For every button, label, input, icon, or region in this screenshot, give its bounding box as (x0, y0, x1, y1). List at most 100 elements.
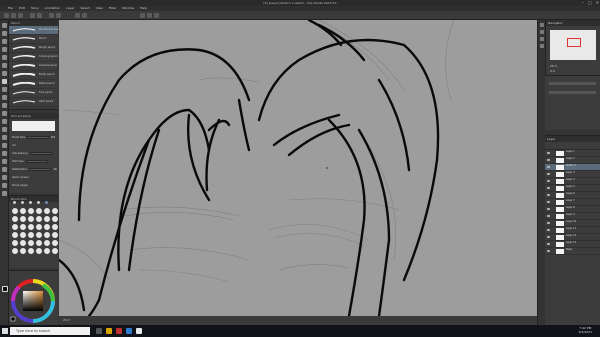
prop-anti-aliasing[interactable]: Anti-aliasing (9, 149, 58, 157)
prop-slider[interactable] (27, 135, 50, 139)
transform-icon[interactable] (56, 13, 61, 18)
size-dot[interactable] (36, 232, 42, 238)
size-dot[interactable] (52, 248, 58, 254)
move-layer-icon[interactable] (2, 47, 7, 52)
size-dot[interactable] (29, 201, 32, 204)
layer-row-active[interactable]: Sketch 1 (545, 164, 600, 171)
eye-icon[interactable] (547, 201, 550, 203)
prop-slider[interactable] (29, 167, 52, 171)
size-dot[interactable] (20, 232, 26, 238)
eye-icon[interactable] (547, 215, 550, 217)
system-clock[interactable]: 7:42 PM 3/3/2021 (579, 326, 592, 334)
panel-icon[interactable] (540, 44, 544, 48)
size-dot[interactable] (44, 240, 50, 246)
eye-icon[interactable] (547, 222, 550, 224)
size-dot[interactable] (36, 248, 42, 254)
pen-tool-icon[interactable] (2, 79, 7, 84)
size-dot[interactable] (36, 240, 42, 246)
operation-tool-icon[interactable] (2, 39, 7, 44)
brush-tool-icon[interactable] (2, 95, 7, 100)
layer-row[interactable]: Paper (545, 248, 600, 255)
invert-selection-icon[interactable] (82, 13, 87, 18)
prop-vector-eraser[interactable]: Vector eraser (9, 173, 58, 181)
size-dot[interactable] (36, 224, 42, 230)
clip-studio-taskbar-icon[interactable] (126, 328, 132, 334)
brush-item[interactable]: Colored pencil (9, 62, 58, 71)
size-dot[interactable] (28, 248, 34, 254)
prop-sharp-edges[interactable]: Sharp edges (9, 181, 58, 189)
size-dot[interactable] (12, 208, 18, 214)
prop-slider[interactable] (29, 151, 52, 155)
prop-stabilization[interactable]: Stabilization 10 (9, 165, 58, 173)
size-dot[interactable] (12, 224, 18, 230)
size-dot[interactable] (28, 224, 34, 230)
size-dot[interactable] (21, 201, 24, 204)
gradient-tool-icon[interactable] (2, 143, 7, 148)
size-dot[interactable] (28, 208, 34, 214)
main-color-swatch[interactable] (2, 286, 8, 292)
pencil-tool-icon[interactable] (2, 87, 7, 92)
size-dot[interactable] (28, 240, 34, 246)
blend-tool-icon[interactable] (2, 127, 7, 132)
auto-select-icon[interactable] (2, 63, 7, 68)
size-dot[interactable] (20, 248, 26, 254)
prop-slider[interactable] (25, 159, 48, 163)
panel-icon[interactable] (540, 37, 544, 41)
size-dot[interactable] (12, 240, 18, 246)
frame-border-icon[interactable] (2, 159, 7, 164)
size-dot-selected[interactable] (45, 201, 48, 204)
brush-item[interactable]: Pencil (9, 35, 58, 44)
layer-row[interactable]: Layer 9 (545, 213, 600, 220)
size-dot[interactable] (20, 216, 26, 222)
selection-tool-icon[interactable] (2, 55, 7, 60)
fill-tool-icon[interactable] (2, 135, 7, 140)
figure-tool-icon[interactable] (2, 151, 7, 156)
size-dot[interactable] (44, 224, 50, 230)
size-dot[interactable] (37, 201, 40, 204)
size-dot[interactable] (20, 240, 26, 246)
brush-item[interactable]: Brush pencil (9, 71, 58, 80)
eye-icon[interactable] (547, 180, 550, 182)
size-dot[interactable] (52, 240, 58, 246)
size-dot[interactable] (12, 248, 18, 254)
size-dot[interactable] (52, 208, 58, 214)
airbrush-tool-icon[interactable] (2, 103, 7, 108)
size-dot[interactable] (12, 216, 18, 222)
eye-icon[interactable] (547, 152, 550, 154)
layer-row[interactable]: Layer 12 (545, 234, 600, 241)
size-dot[interactable] (44, 232, 50, 238)
layer-row[interactable]: Layer 4 (545, 178, 600, 185)
navigator-preview[interactable] (550, 30, 596, 60)
prop-brush-size[interactable]: Brush Size 6.0 (9, 133, 58, 141)
task-view-icon[interactable] (96, 328, 102, 334)
layer-row[interactable]: Layer 6 (545, 192, 600, 199)
ruler-tool-icon[interactable] (2, 167, 7, 172)
size-dot[interactable] (36, 216, 42, 222)
size-dot[interactable] (52, 216, 58, 222)
decoration-tool-icon[interactable] (2, 111, 7, 116)
eye-icon[interactable] (547, 194, 550, 196)
size-dot[interactable] (44, 248, 50, 254)
layer-row[interactable]: Layer 1 (545, 150, 600, 157)
brush-item[interactable]: Rough pencil (9, 44, 58, 53)
file-explorer-icon[interactable] (106, 328, 112, 334)
size-dot[interactable] (28, 232, 34, 238)
open-icon[interactable] (11, 13, 16, 18)
size-dot[interactable] (13, 201, 16, 204)
taskbar-search-input[interactable]: Type here to search (10, 327, 90, 335)
navigator-view-rect[interactable] (567, 38, 581, 47)
eye-icon[interactable] (547, 173, 550, 175)
eye-icon[interactable] (547, 236, 550, 238)
undo-icon[interactable] (30, 13, 35, 18)
opacity-slider[interactable] (549, 82, 596, 85)
prop-hardness[interactable]: Hardness (9, 157, 58, 165)
size-dot[interactable] (44, 208, 50, 214)
color-wheel[interactable] (9, 271, 58, 326)
clear-icon[interactable] (49, 13, 54, 18)
redo-icon[interactable] (37, 13, 42, 18)
size-dot[interactable] (44, 216, 50, 222)
brush-item[interactable]: Pastel pencil (9, 80, 58, 89)
eye-icon[interactable] (547, 187, 550, 189)
panel-icon[interactable] (540, 23, 544, 27)
blend-slider[interactable] (549, 91, 596, 94)
